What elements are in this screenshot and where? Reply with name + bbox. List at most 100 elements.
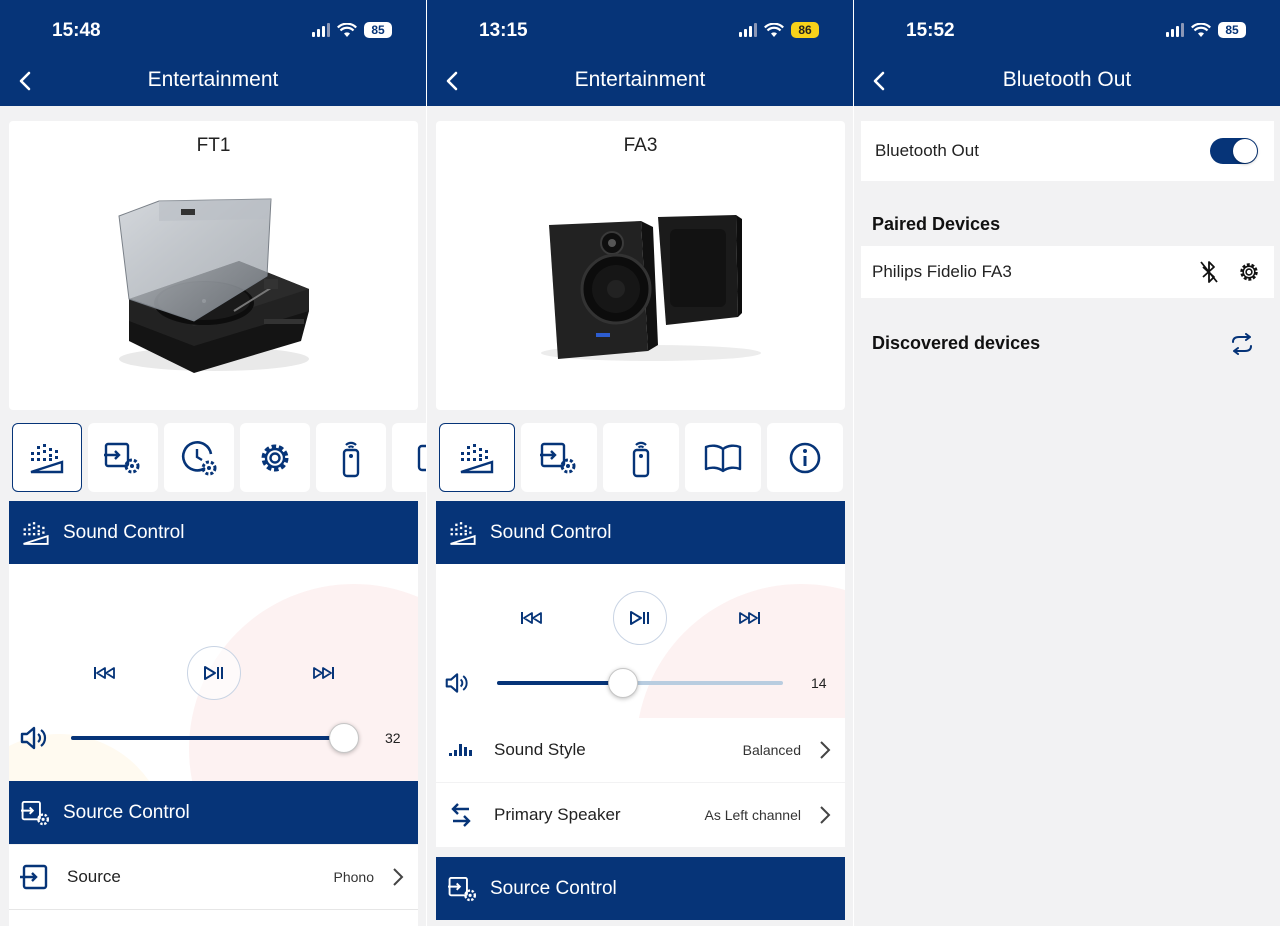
previous-track-button[interactable] [89,659,121,687]
tab-source-control[interactable] [521,423,597,492]
source-control-icon [21,800,50,825]
volume-slider[interactable] [497,668,783,698]
next-track-button[interactable] [733,604,765,632]
player-panel: 14 [436,564,845,718]
tab-timer[interactable] [164,423,234,492]
device-card: FA3 [436,121,845,410]
primary-speaker-label: Primary Speaker [494,805,621,824]
sound-control-header: Sound Control [436,501,845,564]
screen-fa3: 13:15 86 Entertainment FA3 Sound Control… [427,0,853,926]
sound-control-title: Sound Control [63,521,185,543]
next-icon [313,667,334,679]
turntable-image [118,198,309,373]
primary-speaker-value: As Left channel [704,807,801,823]
volume-slider-fill [71,736,344,740]
volume-slider-thumb[interactable] [329,723,359,753]
battery-indicator: 86 [791,22,819,38]
status-time: 13:15 [479,20,528,41]
tab-bar [439,423,843,493]
gear-icon [1240,263,1258,281]
tab-sound-control[interactable] [12,423,82,492]
device-settings-button[interactable] [1234,261,1264,283]
source-control-icon [448,876,477,901]
source-icon [20,864,48,890]
speakers-image [541,215,761,361]
play-pause-button[interactable] [613,591,667,645]
source-control-icon [104,442,140,473]
tab-source-control[interactable] [88,423,158,492]
disconnect-bluetooth-button[interactable] [1194,260,1224,284]
previous-icon [521,612,542,624]
volume-value: 32 [385,730,401,746]
swap-icon [451,803,471,827]
next-icon [739,612,760,624]
chevron-right-icon [820,806,831,824]
source-value: Phono [333,869,374,885]
volume-value: 14 [811,675,827,691]
sound-control-icon [23,521,49,545]
tab-settings[interactable] [240,423,310,492]
discovered-devices-heading: Discovered devices [872,333,1041,353]
refresh-icon [1232,333,1252,355]
paired-device-row[interactable]: Philips Fidelio FA3 [861,246,1274,298]
wifi-icon [1191,22,1211,37]
book-icon [704,443,742,472]
volume-slider-thumb[interactable] [607,668,638,698]
sound-control-icon [450,521,476,545]
header: 15:52 85 Bluetooth Out [854,0,1280,106]
sound-control-icon [460,443,494,473]
tab-remote[interactable] [316,423,386,492]
timer-settings-icon [181,440,217,475]
play-pause-icon [630,611,649,625]
previous-icon [94,667,115,679]
play-pause-button[interactable] [187,646,241,700]
info-icon [789,442,821,473]
sound-control-icon [30,443,64,473]
battery-indicator: 85 [364,22,392,38]
device-card: FT1 [9,121,418,410]
wifi-icon [764,22,784,37]
tab-more[interactable] [392,423,426,492]
tab-sound-control[interactable] [439,423,515,492]
status-icons: 85 [312,22,392,38]
sound-style-value: Balanced [742,742,801,758]
bluetooth-out-row: Bluetooth Out [861,121,1274,181]
source-control-header: Source Control [436,857,845,920]
volume-slider-fill [497,681,623,685]
equalizer-icon [449,744,472,756]
tab-remote[interactable] [603,423,679,492]
page-title: Bluetooth Out [1002,68,1132,91]
sound-control-header: Sound Control [9,501,418,564]
volume-slider[interactable] [71,723,359,753]
source-label: Source [67,867,121,886]
paired-device-name: Philips Fidelio FA3 [872,262,1012,281]
volume-icon [20,726,47,750]
tab-manual[interactable] [685,423,761,492]
paired-devices-heading: Paired Devices [872,214,1001,234]
wifi-icon [337,22,357,37]
source-control-title: Source Control [63,801,190,823]
tab-info[interactable] [767,423,843,492]
list-row-partial [9,909,418,926]
next-track-button[interactable] [307,659,339,687]
status-icons: 86 [739,22,819,38]
previous-track-button[interactable] [516,604,548,632]
battery-indicator: 85 [1218,22,1246,38]
tab-bar [12,423,426,493]
source-control-icon [540,442,576,473]
source-row[interactable]: Source Phono [9,845,418,909]
header: 13:15 86 Entertainment [427,0,853,106]
source-control-title: Source Control [490,877,617,899]
bluetooth-out-toggle[interactable] [1210,138,1258,164]
refresh-button[interactable] [1228,332,1256,356]
sound-style-row[interactable]: Sound Style Balanced [436,718,845,782]
source-control-header: Source Control [9,781,418,844]
page-title: Entertainment [574,68,706,91]
cellular-signal-icon [312,23,330,37]
cellular-signal-icon [1166,23,1184,37]
chevron-right-icon [393,868,404,886]
primary-speaker-row[interactable]: Primary Speaker As Left channel [436,783,845,847]
more-icon [417,444,426,471]
screen-ft1: 15:48 85 Entertainment FT1 Sound Control… [0,0,426,926]
bluetooth-out-label: Bluetooth Out [875,141,979,160]
